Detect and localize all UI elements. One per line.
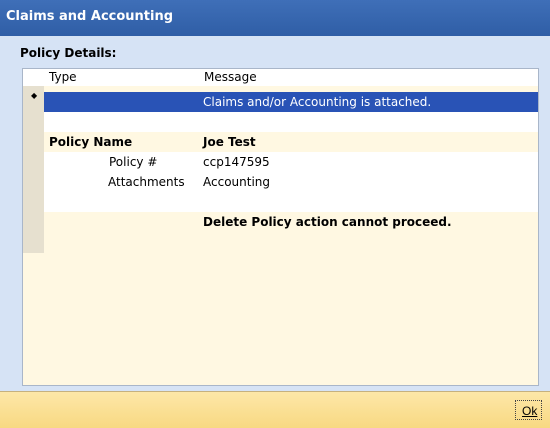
policy-details-label: Policy Details:: [20, 46, 117, 60]
column-header-message[interactable]: Message: [204, 70, 257, 84]
row-selector-column: ◆: [23, 86, 44, 253]
grid-row-error[interactable]: Delete Policy action cannot proceed.: [44, 212, 538, 232]
grid-row-policy-name[interactable]: Policy Name Joe Test: [44, 132, 538, 152]
ok-button[interactable]: Ok: [515, 400, 542, 420]
dialog-footer: Ok: [0, 391, 550, 428]
attachments-value: Accounting: [203, 175, 271, 189]
grid-row-empty[interactable]: [44, 112, 538, 132]
title-bar[interactable]: Claims and Accounting: [0, 0, 550, 36]
error-message: Delete Policy action cannot proceed.: [203, 215, 452, 229]
attachments-label: Attachments: [108, 175, 185, 189]
grid-row-selected[interactable]: Claims and/or Accounting is attached.: [44, 92, 538, 112]
window-title: Claims and Accounting: [6, 9, 174, 24]
message-cell: Claims and/or Accounting is attached.: [203, 95, 432, 109]
column-header-type[interactable]: Type: [49, 70, 77, 84]
current-row-marker-icon: ◆: [31, 91, 38, 100]
grid-header: Type Message: [23, 69, 538, 86]
grid-row-blank[interactable]: [44, 192, 538, 212]
policy-details-grid[interactable]: Type Message ◆ Claims and/or Accounting …: [22, 68, 539, 386]
grid-row-attachments[interactable]: Attachments Accounting: [44, 172, 538, 192]
policy-name-value: Joe Test: [203, 135, 256, 149]
policy-number-label: Policy #: [109, 155, 158, 169]
grid-row-policy-number[interactable]: Policy # ccp147595: [44, 152, 538, 172]
policy-number-value: ccp147595: [203, 155, 270, 169]
dialog-window: Claims and Accounting Policy Details: Ty…: [0, 0, 550, 428]
policy-name-label: Policy Name: [49, 135, 133, 149]
